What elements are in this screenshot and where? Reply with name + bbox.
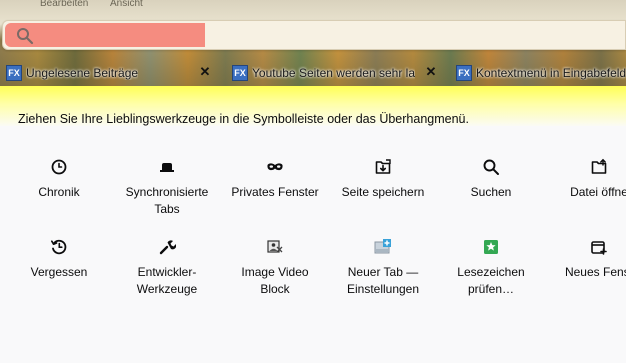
customize-palette: Chronik Synchronisierte Tabs Privates Fe… <box>0 150 626 363</box>
palette-item-label: Seite speichern <box>341 185 425 199</box>
image-video-block-icon <box>267 240 283 253</box>
tab-label: Ungelesene Beiträge <box>26 66 139 80</box>
sync-tabs-icon <box>160 163 174 172</box>
customize-instruction: Ziehen Sie Ihre Lieblingswerkzeuge in di… <box>18 112 469 126</box>
menu-item-edit[interactable]: Bearbeiten <box>40 0 88 10</box>
close-icon[interactable]: ✕ <box>198 65 212 79</box>
save-page-icon <box>375 159 391 174</box>
private-mask-icon <box>267 163 283 171</box>
tab-label: Kontextmenü in Eingabefeld <box>476 66 626 80</box>
palette-item-label: Suchen <box>470 185 512 199</box>
bookmark-check-icon <box>484 240 498 254</box>
clock-icon <box>51 159 67 175</box>
palette-item-private-window[interactable]: Privates Fenster <box>220 158 330 201</box>
palette-item-label: Neues Fenst <box>564 265 626 279</box>
palette-item-open-file[interactable]: Datei öffne <box>544 158 626 201</box>
palette-item-label: Lesezeichen prüfen… <box>457 265 525 296</box>
palette-item-label: Privates Fenster <box>231 185 319 199</box>
url-bar[interactable] <box>2 20 626 50</box>
palette-item-new-window[interactable]: Neues Fenst <box>544 238 626 281</box>
palette-item-label: Datei öffne <box>570 185 626 199</box>
palette-item-label: Synchronisierte Tabs <box>125 185 209 216</box>
search-icon[interactable] <box>15 26 35 46</box>
forum-favicon-icon: FX <box>6 65 22 81</box>
close-icon[interactable]: ✕ <box>424 65 438 79</box>
search-icon <box>483 159 499 175</box>
palette-item-developer-tools[interactable]: Entwickler- Werkzeuge <box>112 238 222 298</box>
palette-item-save-page[interactable]: Seite speichern <box>328 158 438 201</box>
tab-label: Youtube Seiten werden sehr la <box>252 66 416 80</box>
palette-item-label: Neuer Tab — Einstellungen <box>346 265 420 296</box>
tab-strip: FX Ungelesene Beiträge ✕ FX Youtube Seit… <box>0 60 626 86</box>
menu-item-view[interactable]: Ansicht <box>110 0 143 10</box>
forum-favicon-icon: FX <box>456 65 472 81</box>
palette-item-forget[interactable]: Vergessen <box>4 238 114 281</box>
palette-item-label: Image Video Block <box>241 265 309 296</box>
palette-item-label: Vergessen <box>30 265 88 279</box>
palette-item-label: Entwickler- Werkzeuge <box>136 265 198 296</box>
tab-unread-posts[interactable]: FX Ungelesene Beiträge ✕ <box>0 60 218 86</box>
forum-favicon-icon: FX <box>232 65 248 81</box>
url-bar-highlight <box>5 23 205 47</box>
wrench-icon <box>159 240 176 255</box>
palette-item-search[interactable]: Suchen <box>436 158 546 201</box>
tab-youtube-slow[interactable]: FX Youtube Seiten werden sehr la ✕ <box>226 60 444 86</box>
open-file-icon <box>591 158 607 174</box>
palette-item-check-bookmarks[interactable]: Lesezeichen prüfen… <box>436 238 546 298</box>
tab-context-menu[interactable]: FX Kontextmenü in Eingabefeld <box>450 60 626 86</box>
palette-item-image-video-block[interactable]: Image Video Block <box>220 238 330 298</box>
palette-item-synced-tabs[interactable]: Synchronisierte Tabs <box>112 158 222 218</box>
palette-item-new-tab-settings[interactable]: Neuer Tab — Einstellungen <box>328 238 438 298</box>
palette-item-history[interactable]: Chronik <box>4 158 114 201</box>
forget-icon <box>51 239 67 255</box>
new-tab-settings-icon <box>374 239 391 254</box>
palette-item-label: Chronik <box>38 185 80 199</box>
new-window-icon <box>591 241 607 255</box>
